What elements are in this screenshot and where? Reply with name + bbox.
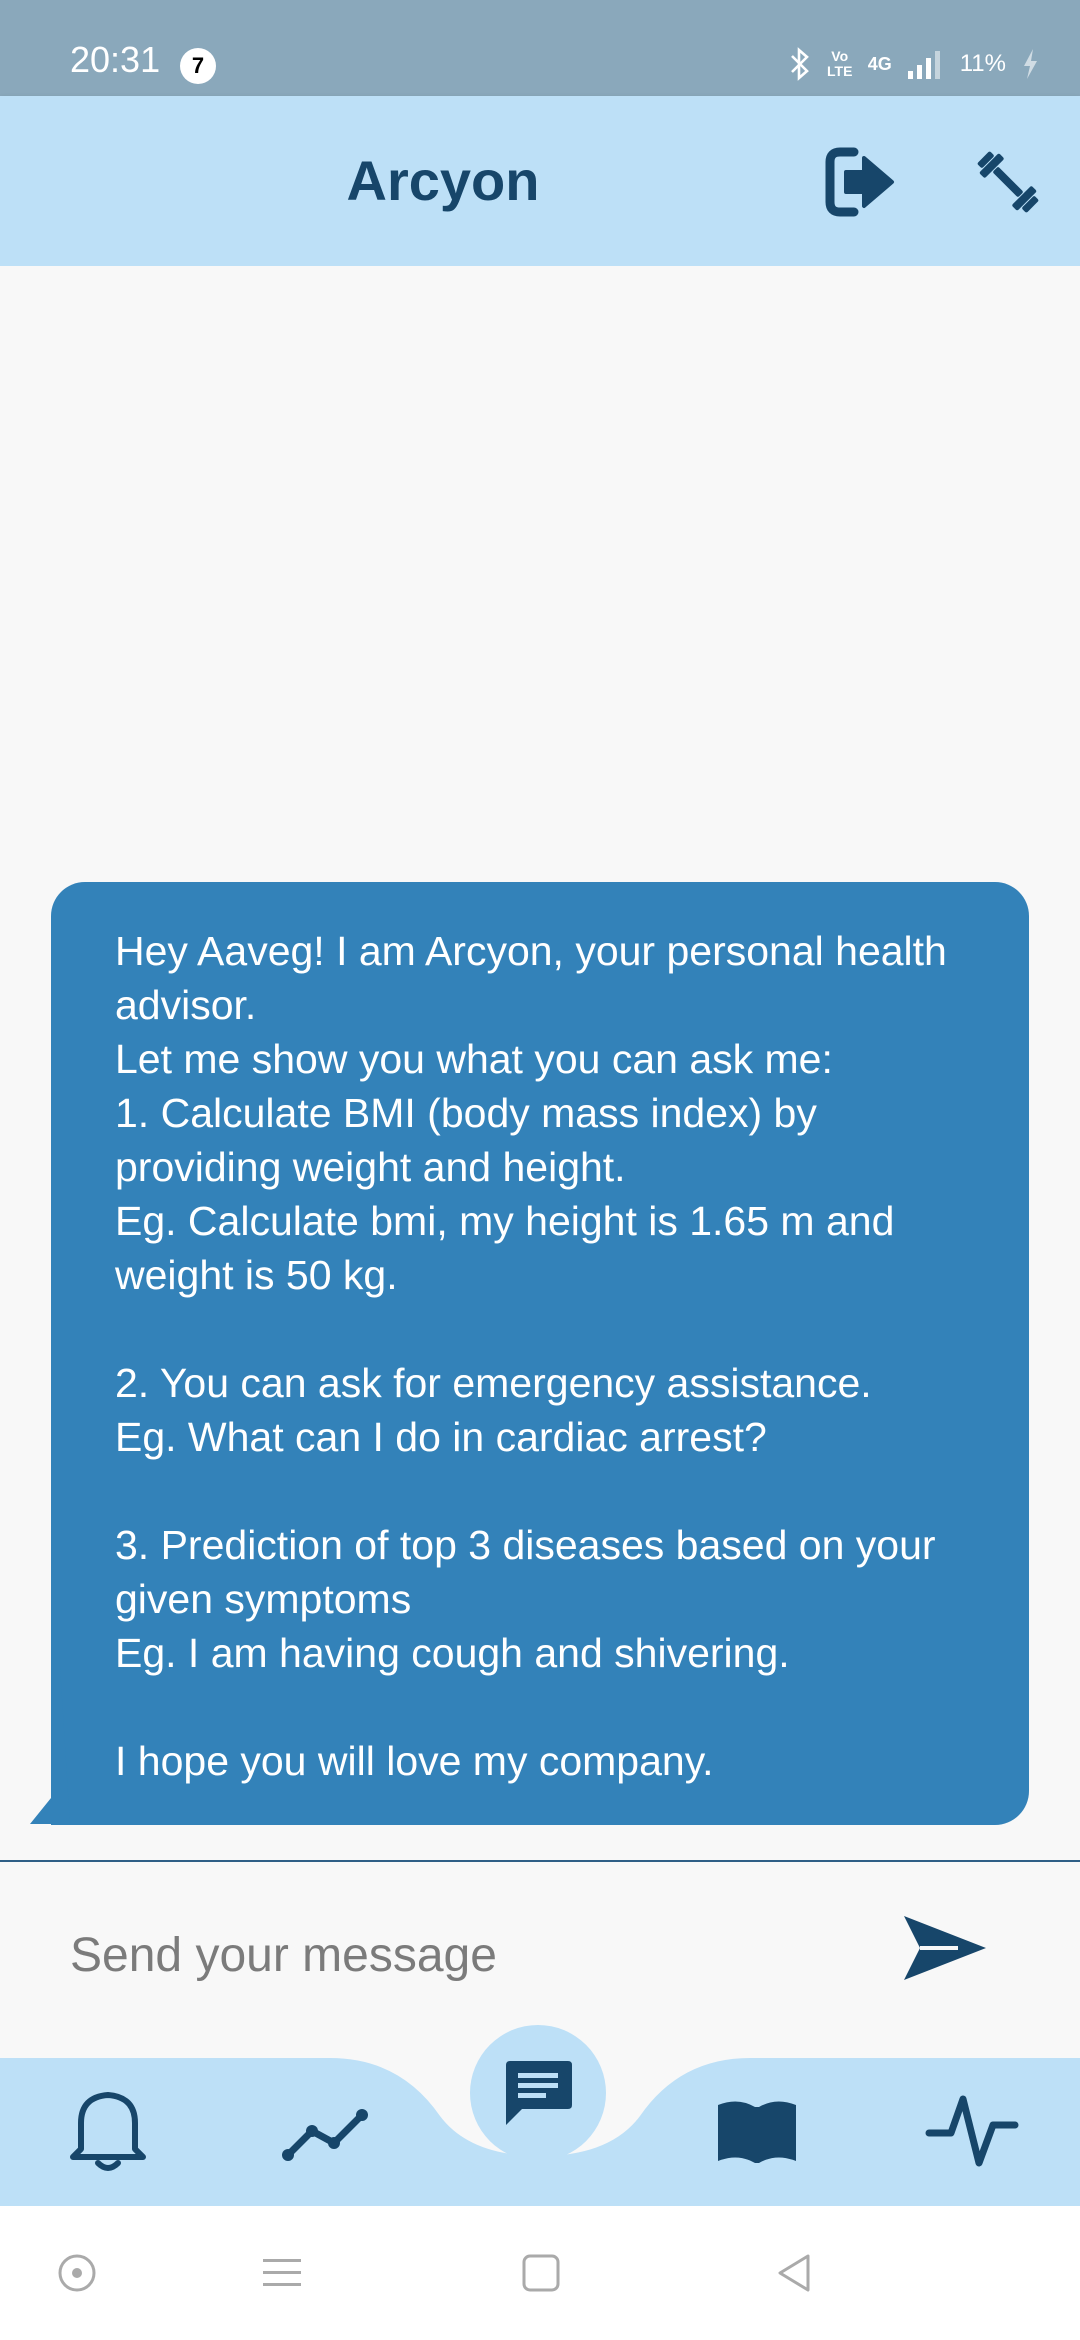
message-input[interactable] [68, 1914, 852, 1996]
nav-vitals[interactable] [917, 2075, 1027, 2185]
bluetooth-icon [790, 47, 809, 81]
logout-button[interactable] [820, 142, 900, 222]
bell-icon [70, 2092, 146, 2171]
back-triangle-icon [778, 2254, 810, 2292]
nav-trends[interactable] [270, 2075, 380, 2185]
status-icons: Vo LTE 4G 11% [788, 44, 1040, 84]
send-icon [904, 1916, 986, 1980]
bot-message-bubble: Hey Aaveg! I am Arcyon, your personal he… [51, 882, 1029, 1825]
volte-label: Vo LTE [827, 48, 853, 79]
dumbbell-icon [977, 151, 1039, 213]
nav-library[interactable] [702, 2075, 812, 2185]
nav-chat[interactable] [470, 2025, 606, 2161]
send-button[interactable] [898, 1902, 990, 1994]
signal-icon [907, 51, 940, 79]
battery-percent: 11% [959, 50, 1006, 77]
chat-area[interactable]: Hey Aaveg! I am Arcyon, your personal he… [0, 266, 1080, 1860]
system-navigation-bar [0, 2206, 1080, 2340]
logout-icon [825, 147, 894, 217]
network-label: 4G [867, 53, 892, 74]
assistant-button[interactable] [52, 2248, 102, 2298]
back-button[interactable] [770, 2248, 820, 2298]
menu-lines-icon [263, 2259, 301, 2286]
nav-notifications[interactable] [53, 2075, 163, 2185]
notification-count-badge: 7 [180, 48, 216, 84]
recents-menu-button[interactable] [257, 2248, 307, 2298]
home-button[interactable] [516, 2248, 566, 2298]
square-icon [522, 2254, 560, 2292]
bubble-tail [30, 1526, 70, 1824]
chat-icon [506, 2061, 572, 2125]
app-header: Arcyon [0, 96, 1080, 266]
circle-dot-icon [58, 2254, 96, 2292]
charging-icon [1024, 49, 1037, 79]
status-bar: 20:31 7 Vo LTE 4G 11% [0, 0, 1080, 96]
fitness-button[interactable] [968, 142, 1048, 222]
book-icon [718, 2101, 796, 2163]
status-time: 20:31 [70, 39, 161, 80]
pulse-icon [925, 2095, 1019, 2167]
app-title: Arcyon [346, 149, 540, 212]
trend-icon [282, 2109, 368, 2161]
